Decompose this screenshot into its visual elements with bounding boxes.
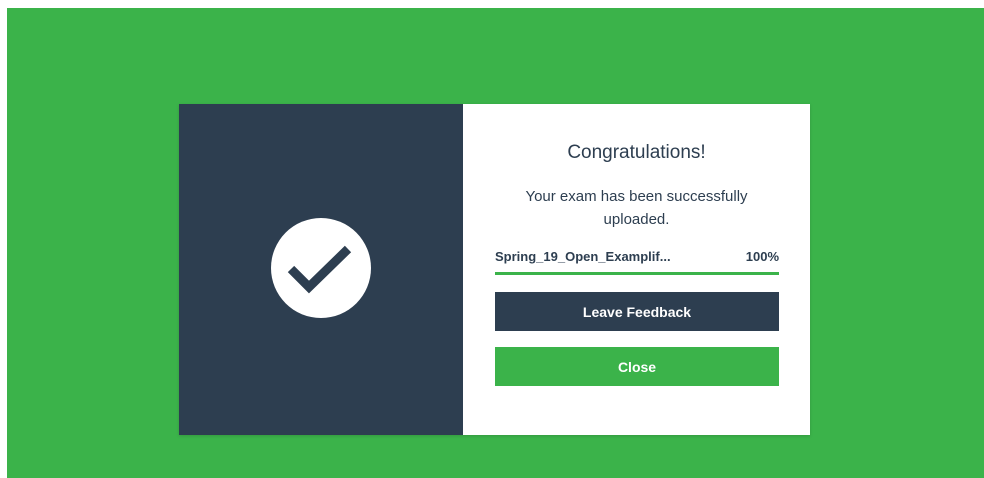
- success-badge: [271, 218, 371, 318]
- checkmark-icon: [287, 245, 352, 294]
- upload-file-name: Spring_19_Open_Examplif...: [495, 249, 671, 264]
- close-button[interactable]: Close: [495, 347, 779, 386]
- upload-progress-fill: [495, 272, 779, 275]
- upload-progress-bar: [495, 272, 779, 275]
- dialog-title: Congratulations!: [567, 142, 706, 163]
- dialog-icon-panel: [179, 104, 463, 435]
- dialog-content-panel: Congratulations! Your exam has been succ…: [463, 104, 810, 435]
- upload-file-row: Spring_19_Open_Examplif... 100%: [495, 249, 779, 267]
- upload-percent: 100%: [745, 249, 779, 264]
- leave-feedback-button[interactable]: Leave Feedback: [495, 292, 779, 331]
- upload-success-dialog: Congratulations! Your exam has been succ…: [179, 104, 810, 435]
- dialog-message: Your exam has been successfully uploaded…: [525, 188, 748, 228]
